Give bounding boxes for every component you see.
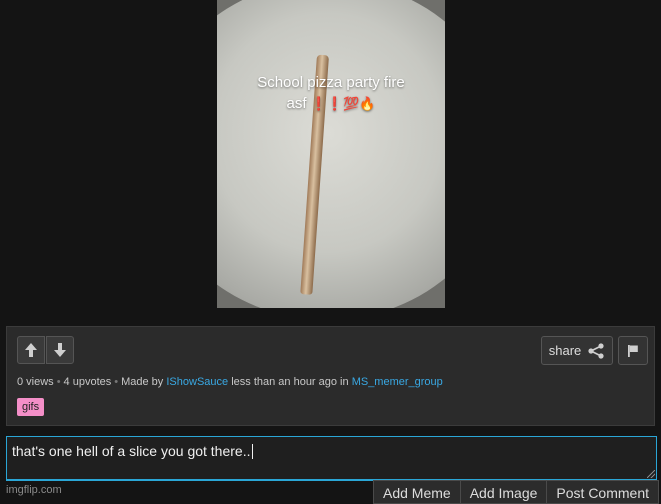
caption-line-1: School pizza party fire xyxy=(257,74,405,91)
add-meme-button[interactable]: Add Meme xyxy=(373,480,461,504)
meme-info-panel: share 0 views • 4 upvotes • Made by IShowSau… xyxy=(6,326,655,426)
caption-emoji: ❗❗💯🔥 xyxy=(310,96,376,111)
stream-link[interactable]: MS_memer_group xyxy=(352,376,443,388)
author-link[interactable]: IShowSauce xyxy=(166,376,228,388)
upvote-button[interactable] xyxy=(17,336,45,364)
comment-input[interactable]: that's one hell of a slice you got there… xyxy=(6,436,657,480)
flag-icon xyxy=(628,344,638,357)
post-comment-button[interactable]: Post Comment xyxy=(547,480,660,504)
meme-image[interactable]: School pizza party fire asf ❗❗💯🔥 xyxy=(217,0,445,308)
share-label: share xyxy=(548,343,582,358)
view-count: 0 views xyxy=(17,376,54,388)
arrow-up-icon xyxy=(25,343,37,357)
arrow-down-icon xyxy=(54,343,66,357)
add-image-button[interactable]: Add Image xyxy=(460,480,548,504)
made-by-label: Made by xyxy=(121,376,164,388)
divider xyxy=(6,480,373,481)
time-text: less than an hour ago in xyxy=(231,376,349,388)
upvote-count: 4 upvotes xyxy=(63,376,112,388)
meme-meta: 0 views • 4 upvotes • Made by IShowSauce les… xyxy=(17,376,443,388)
flag-button[interactable] xyxy=(618,336,648,365)
downvote-button[interactable] xyxy=(46,336,74,364)
share-button[interactable]: share xyxy=(541,336,613,365)
tag-gifs[interactable]: gifs xyxy=(17,398,45,416)
meme-caption: School pizza party fire asf ❗❗💯🔥 xyxy=(217,72,445,114)
comment-text: that's one hell of a slice you got there… xyxy=(12,443,251,459)
share-icon xyxy=(588,342,604,359)
caption-line-2: asf xyxy=(286,95,307,112)
text-caret xyxy=(251,444,253,459)
plate xyxy=(217,0,445,308)
comment-actions: Add Meme Add Image Post Comment xyxy=(373,480,660,504)
imgflip-watermark: imgflip.com xyxy=(6,484,62,496)
resize-grip-icon[interactable] xyxy=(647,470,655,478)
